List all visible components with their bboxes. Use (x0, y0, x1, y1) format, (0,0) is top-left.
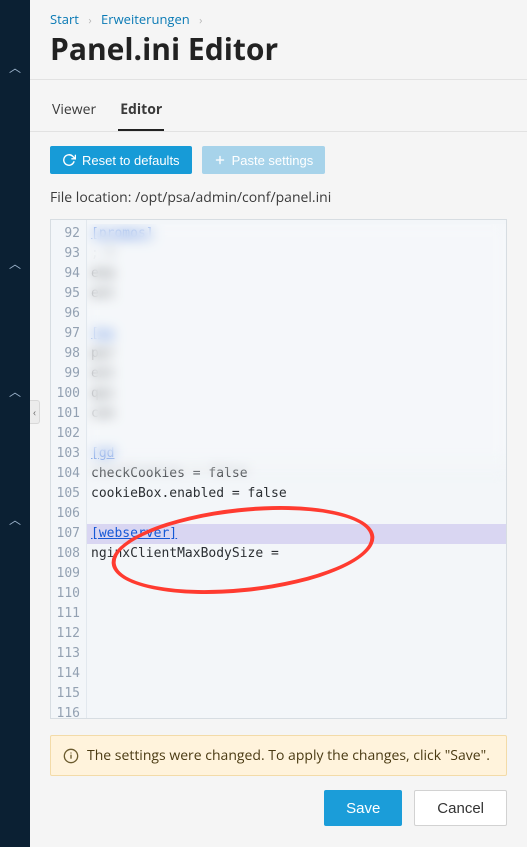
code-line[interactable] (87, 684, 506, 704)
line-number: 114 (51, 664, 86, 684)
alert-text: The settings were changed. To apply the … (87, 746, 490, 765)
code-line[interactable]: ext (87, 284, 506, 304)
rail-item-2[interactable]: ︿ (0, 252, 30, 276)
code-line[interactable] (87, 624, 506, 644)
chevron-up-icon: ︿ (9, 258, 21, 270)
line-number: 100 (51, 384, 86, 404)
chevron-up-icon: ︿ (9, 386, 21, 398)
code-line[interactable] (87, 564, 506, 584)
cancel-button[interactable]: Cancel (414, 790, 507, 826)
code-line[interactable] (87, 504, 506, 524)
button-label: Paste settings (232, 154, 314, 167)
editor-code-area[interactable]: [promos]; Denaext[expurextquicon[gdcheck… (87, 220, 506, 718)
line-number: 113 (51, 644, 86, 664)
code-line[interactable]: cookieBox.enabled = false (87, 484, 506, 504)
line-number: 105 (51, 484, 86, 504)
code-line[interactable]: [gd (87, 444, 506, 464)
chevron-up-icon: ︿ (9, 62, 21, 74)
code-line[interactable]: nginxClientMaxBodySize = (87, 544, 506, 564)
editor-gutter: 9293949596979899100101102103104105106107… (51, 220, 87, 718)
line-number: 108 (51, 544, 86, 564)
line-number: 103 (51, 444, 86, 464)
code-line[interactable] (87, 584, 506, 604)
code-line[interactable]: qui (87, 384, 506, 404)
chevron-left-icon: ‹ (33, 405, 36, 419)
button-label: Reset to defaults (82, 154, 180, 167)
line-number: 95 (51, 284, 86, 304)
line-number: 107 (51, 524, 86, 544)
chevron-right-icon: › (82, 13, 97, 28)
code-line[interactable]: pur (87, 344, 506, 364)
left-nav-rail: ︿ ︿ ︿ ︿ (0, 0, 30, 847)
line-number: 92 (51, 224, 86, 244)
code-editor[interactable]: 9293949596979899100101102103104105106107… (50, 219, 507, 719)
line-number: 97 (51, 324, 86, 344)
line-number: 104 (51, 464, 86, 484)
unsaved-changes-alert: The settings were changed. To apply the … (50, 735, 507, 776)
code-line[interactable]: [webserver] (87, 524, 506, 544)
code-line[interactable]: ena (87, 264, 506, 284)
breadcrumb-link[interactable]: Erweiterungen (101, 10, 190, 28)
line-number: 111 (51, 604, 86, 624)
line-number: 116 (51, 704, 86, 719)
line-number: 106 (51, 504, 86, 524)
line-number: 101 (51, 404, 86, 424)
chevron-up-icon: ︿ (9, 514, 21, 526)
code-line[interactable] (87, 644, 506, 664)
plus-icon (214, 154, 226, 166)
line-number: 110 (51, 584, 86, 604)
code-line[interactable] (87, 704, 506, 719)
save-button[interactable]: Save (324, 790, 402, 826)
line-number: 96 (51, 304, 86, 324)
code-line[interactable]: ext (87, 364, 506, 384)
rail-item-1[interactable]: ︿ (0, 56, 30, 80)
line-number: 115 (51, 684, 86, 704)
line-number: 109 (51, 564, 86, 584)
rail-item-4[interactable]: ︿ (0, 508, 30, 532)
code-line[interactable]: con (87, 404, 506, 424)
tab-editor[interactable]: Editor (118, 92, 164, 131)
code-line[interactable]: ; D (87, 244, 506, 264)
rail-collapse-toggle[interactable]: ‹ (30, 400, 40, 424)
line-number: 99 (51, 364, 86, 384)
breadcrumb-link[interactable]: Start (50, 10, 79, 28)
refresh-icon (62, 153, 76, 167)
tab-viewer[interactable]: Viewer (50, 92, 98, 131)
line-number: 98 (51, 344, 86, 364)
code-line[interactable]: checkCookies = false (87, 464, 506, 484)
line-number: 93 (51, 244, 86, 264)
code-line[interactable] (87, 424, 506, 444)
file-location-text: File location: /opt/psa/admin/conf/panel… (30, 184, 527, 219)
code-line[interactable]: [promos] (87, 224, 506, 244)
paste-settings-button[interactable]: Paste settings (202, 146, 326, 174)
line-number: 94 (51, 264, 86, 284)
toolbar: Reset to defaults Paste settings (30, 132, 527, 184)
tabs: Viewer Editor (30, 80, 527, 132)
main-panel: Start › Erweiterungen › Panel.ini Editor… (30, 0, 527, 847)
line-number: 102 (51, 424, 86, 444)
code-line[interactable] (87, 304, 506, 324)
page-title: Panel.ini Editor (30, 28, 527, 79)
code-line[interactable] (87, 664, 506, 684)
info-icon (63, 748, 79, 764)
chevron-right-icon: › (193, 13, 208, 28)
rail-item-3[interactable]: ︿ (0, 380, 30, 404)
code-line[interactable]: [ex (87, 324, 506, 344)
code-line[interactable] (87, 604, 506, 624)
reset-to-defaults-button[interactable]: Reset to defaults (50, 146, 192, 174)
breadcrumb: Start › Erweiterungen › (30, 0, 527, 28)
line-number: 112 (51, 624, 86, 644)
form-actions: Save Cancel (30, 776, 527, 826)
